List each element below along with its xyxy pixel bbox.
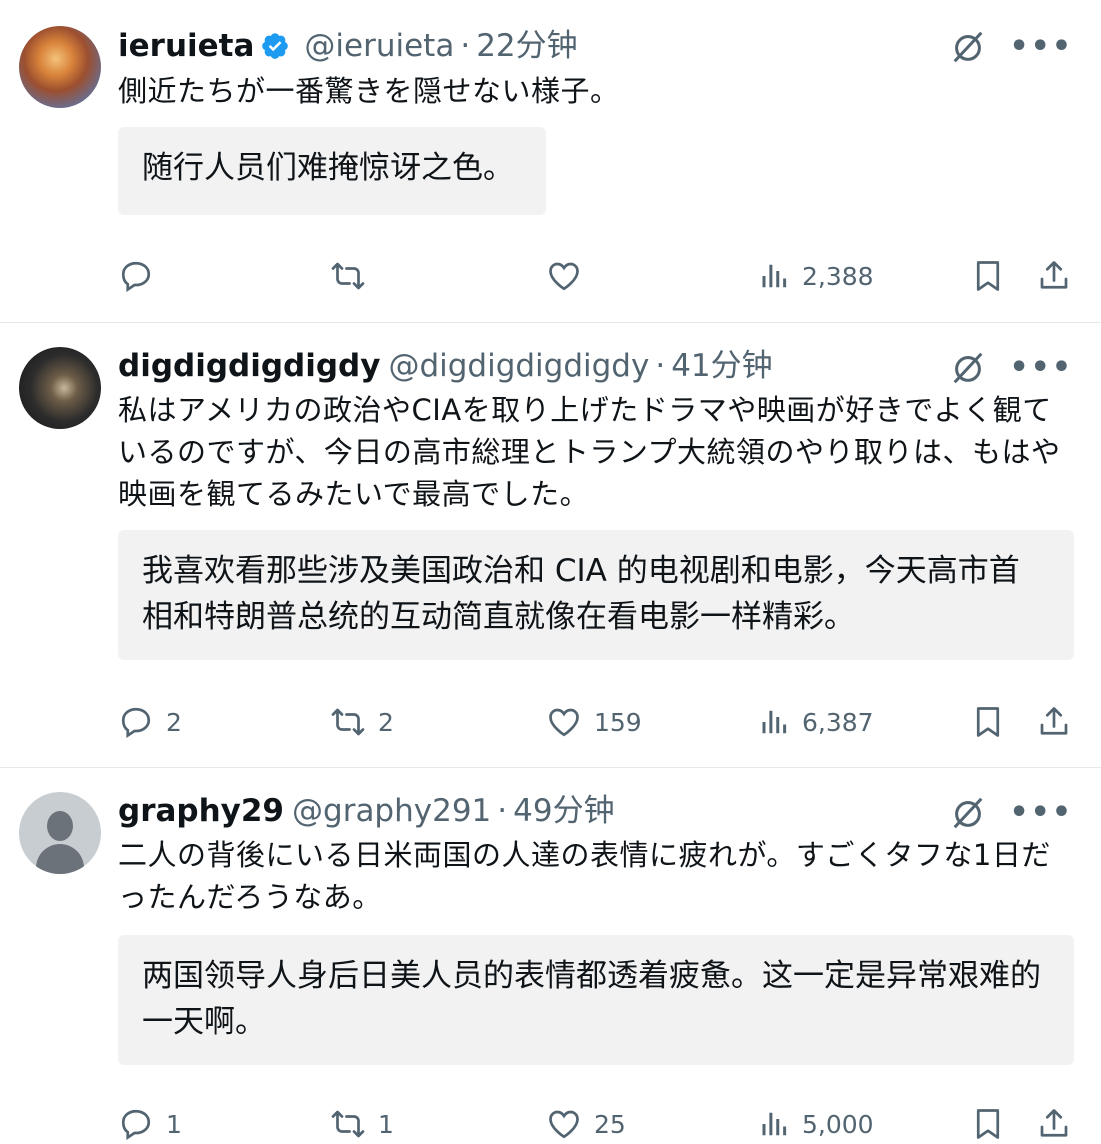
like-button[interactable]: 159 <box>546 702 642 742</box>
tweet-actions: 2 2 159 6,387 <box>118 702 1073 742</box>
tweet-actions: 1 1 25 5,000 <box>118 1104 1073 1144</box>
bookmark-button[interactable] <box>970 702 1018 742</box>
bookmark-button[interactable] <box>970 1104 1018 1144</box>
author-handle[interactable]: @digdigdigdigdy <box>388 346 649 386</box>
author-handle[interactable]: @graphy291 <box>292 791 491 831</box>
reply-icon <box>121 261 151 293</box>
share-button[interactable] <box>1036 256 1084 296</box>
retweet-button[interactable]: 1 <box>330 1104 394 1144</box>
reply-icon <box>121 707 151 739</box>
author-name[interactable]: ieruieta <box>118 26 254 66</box>
verified-badge-icon <box>262 33 289 59</box>
like-count: 25 <box>594 1109 626 1139</box>
retweet-count: 2 <box>378 707 394 737</box>
author-name[interactable]: digdigdigdigdy <box>118 346 380 386</box>
tweet-actions: 2,388 <box>118 256 1073 296</box>
reply-button[interactable]: 1 <box>118 1104 182 1144</box>
retweet-icon <box>331 1110 365 1138</box>
like-icon <box>549 1110 579 1139</box>
views-icon <box>762 710 787 734</box>
retweet-button[interactable] <box>330 256 378 296</box>
retweet-button[interactable]: 2 <box>330 702 394 742</box>
tweet-header: graphy29 @graphy291 · 49分钟 <box>118 791 615 831</box>
avatar[interactable] <box>19 26 101 108</box>
views-button[interactable]: 2,388 <box>760 256 874 296</box>
translation-box: 两国领导人身后日美人员的表情都透着疲惫。这一定是异常艰难的一天啊。 <box>118 935 1074 1065</box>
like-icon <box>549 708 579 737</box>
views-icon <box>762 1112 787 1136</box>
tweet-header: ieruieta @ieruieta · 22分钟 <box>118 26 578 66</box>
retweet-icon <box>331 708 365 736</box>
default-avatar-body <box>36 844 84 874</box>
retweet-count: 1 <box>378 1109 394 1139</box>
view-count: 6,387 <box>802 707 874 737</box>
tweet-text: 二人の背後にいる日米両国の人達の表情に疲れが。すごくタフな1日だったんだろうなあ… <box>118 838 1051 914</box>
like-button[interactable]: 25 <box>546 1104 626 1144</box>
share-icon <box>1040 1109 1068 1137</box>
tweet-top-actions: ••• <box>949 349 1073 387</box>
reply-icon <box>121 1109 151 1141</box>
tweet-text: 側近たちが一番驚きを隠せない様子。 <box>118 74 620 108</box>
grok-icon[interactable] <box>949 349 987 387</box>
reply-count: 2 <box>166 707 182 737</box>
share-icon <box>1040 707 1068 735</box>
share-button[interactable] <box>1036 702 1084 742</box>
translation-box: 随行人员们难掩惊讶之色。 <box>118 127 546 215</box>
author-handle[interactable]: @ieruieta <box>304 26 454 66</box>
share-icon <box>1040 261 1068 289</box>
tweet-text: 私はアメリカの政治やCIAを取り上げたドラマや映画が好きでよく観ているのですが、… <box>118 393 1061 511</box>
tweet-1[interactable]: ieruieta @ieruieta · 22分钟 ••• 側近たちが一番驚きを… <box>0 0 1101 322</box>
like-icon <box>549 262 579 291</box>
author-name[interactable]: graphy29 <box>118 791 284 831</box>
like-button[interactable] <box>546 256 594 296</box>
bookmark-icon <box>976 1109 1000 1139</box>
view-count: 5,000 <box>802 1109 874 1139</box>
avatar[interactable] <box>19 792 101 874</box>
timestamp[interactable]: 49分钟 <box>513 791 614 831</box>
grok-icon[interactable] <box>949 794 987 832</box>
tweet-2[interactable]: digdigdigdigdy @digdigdigdigdy · 41分钟 ••… <box>0 323 1101 767</box>
views-icon <box>762 264 787 288</box>
separator: · <box>655 348 666 384</box>
reply-button[interactable] <box>118 256 166 296</box>
tweet-header: digdigdigdigdy @digdigdigdigdy · 41分钟 <box>118 346 773 386</box>
timestamp[interactable]: 41分钟 <box>671 346 772 386</box>
retweet-icon <box>331 262 365 290</box>
avatar[interactable] <box>19 347 101 429</box>
share-button[interactable] <box>1036 1104 1084 1144</box>
bookmark-icon <box>976 707 1000 737</box>
views-button[interactable]: 5,000 <box>760 1104 874 1144</box>
reply-button[interactable]: 2 <box>118 702 182 742</box>
tweet-top-actions: ••• <box>949 794 1073 832</box>
separator: · <box>497 793 508 829</box>
reply-count: 1 <box>166 1109 182 1139</box>
translation-box: 我喜欢看那些涉及美国政治和 CIA 的电视剧和电影，今天高市首相和特朗普总统的互… <box>118 530 1074 660</box>
bookmark-icon <box>976 261 1000 291</box>
tweet-3[interactable]: graphy29 @graphy291 · 49分钟 ••• 二人の背後にいる日… <box>0 768 1101 1141</box>
more-icon[interactable]: ••• <box>1009 798 1073 828</box>
like-count: 159 <box>594 707 642 737</box>
grok-icon[interactable] <box>949 28 987 66</box>
timestamp[interactable]: 22分钟 <box>476 26 577 66</box>
views-button[interactable]: 6,387 <box>760 702 874 742</box>
default-avatar-head <box>47 811 73 841</box>
separator: · <box>460 28 471 64</box>
more-icon[interactable]: ••• <box>1009 353 1073 383</box>
bookmark-button[interactable] <box>970 256 1018 296</box>
tweet-top-actions: ••• <box>949 28 1073 66</box>
view-count: 2,388 <box>802 261 874 291</box>
more-icon[interactable]: ••• <box>1009 32 1073 62</box>
